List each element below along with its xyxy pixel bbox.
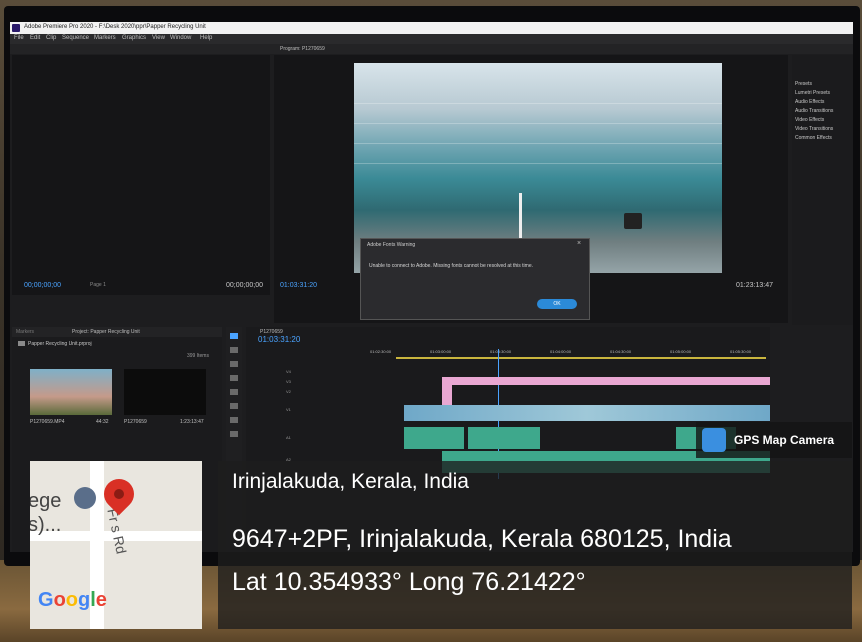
window-title: Adobe Premiere Pro 2020 - F:\Desk 2020\p… bbox=[24, 24, 206, 30]
menu-view[interactable]: View bbox=[152, 35, 165, 41]
ruler-label: 01:03:00:00 bbox=[430, 349, 452, 354]
ok-button[interactable]: OK bbox=[537, 299, 577, 309]
dialog-title: Adobe Fonts Warning bbox=[367, 242, 416, 248]
menu-sequence[interactable]: Sequence bbox=[62, 35, 89, 41]
type-tool-icon[interactable] bbox=[230, 431, 238, 437]
audio-clip-a1[interactable] bbox=[468, 427, 540, 449]
graphics-clip-stub[interactable] bbox=[442, 385, 452, 405]
tab-markers[interactable]: Markers bbox=[16, 329, 34, 335]
fx-audio-transitions[interactable]: Audio Transitions bbox=[795, 108, 833, 114]
clip-duration: 44:32 bbox=[96, 419, 109, 425]
clip-thumbnail[interactable] bbox=[30, 369, 112, 415]
map-place-label: ege s)... bbox=[30, 490, 62, 536]
fx-video-transitions[interactable]: Video Transitions bbox=[795, 126, 833, 132]
menu-bar: File Edit Clip Sequence Markers Graphics… bbox=[10, 34, 853, 44]
razor-tool-icon[interactable] bbox=[230, 375, 238, 381]
fx-lumetri-presets[interactable]: Lumetri Presets bbox=[795, 90, 830, 96]
folder-icon bbox=[18, 341, 25, 346]
track-label-v1[interactable]: V1 bbox=[286, 407, 291, 412]
track-label-a1[interactable]: A1 bbox=[286, 435, 291, 440]
ruler-label: 01:02:30:00 bbox=[370, 349, 392, 354]
menu-markers[interactable]: Markers bbox=[94, 35, 116, 41]
ripple-edit-tool-icon[interactable] bbox=[230, 361, 238, 367]
ruler-label: 01:05:00:00 bbox=[670, 349, 692, 354]
fx-presets[interactable]: Presets bbox=[795, 81, 812, 87]
gps-place: Irinjalakuda, Kerala, India bbox=[232, 470, 469, 493]
pen-tool-icon[interactable] bbox=[230, 403, 238, 409]
item-count: 399 Items bbox=[187, 353, 209, 359]
timeline-timecode[interactable]: 01:03:31:20 bbox=[258, 335, 300, 344]
menu-window[interactable]: Window bbox=[170, 35, 191, 41]
gps-coordinates: Lat 10.354933° Long 76.21422° bbox=[232, 568, 586, 596]
slip-tool-icon[interactable] bbox=[230, 389, 238, 395]
program-duration: 01:23:13:47 bbox=[736, 282, 773, 289]
clip-name: P1270659.MP4 bbox=[30, 419, 65, 425]
ruler-label: 01:03:30:00 bbox=[490, 349, 512, 354]
work-area-bar[interactable] bbox=[396, 357, 766, 359]
premiere-app-icon bbox=[12, 24, 20, 32]
program-timecode[interactable]: 01:03:31:20 bbox=[280, 282, 317, 289]
google-logo: Google bbox=[38, 589, 107, 611]
source-page-indicator[interactable]: Page 1 bbox=[90, 282, 106, 288]
source-monitor bbox=[12, 55, 270, 295]
video-clip-v1[interactable] bbox=[404, 405, 770, 421]
ruler-label: 01:05:30:00 bbox=[730, 349, 752, 354]
sequence-duration: 1:23:13:47 bbox=[180, 419, 204, 425]
tab-project[interactable]: Project: Papper Recycling Unit bbox=[72, 329, 140, 335]
graduation-cap-icon bbox=[74, 487, 96, 509]
fx-common-effects[interactable]: Common Effects bbox=[795, 135, 832, 141]
gps-camera-label: GPS Map Camera bbox=[734, 433, 835, 447]
audio-clip-a1[interactable] bbox=[404, 427, 464, 449]
close-icon[interactable]: × bbox=[577, 240, 581, 247]
pin-center bbox=[114, 489, 124, 499]
gps-address: 9647+2PF, Irinjalakuda, Kerala 680125, I… bbox=[232, 525, 732, 553]
fx-audio-effects[interactable]: Audio Effects bbox=[795, 99, 824, 105]
selection-tool-icon[interactable] bbox=[230, 333, 238, 339]
track-label-v3[interactable]: V3 bbox=[286, 379, 291, 384]
menu-clip[interactable]: Clip bbox=[46, 35, 56, 41]
hand-tool-icon[interactable] bbox=[230, 417, 238, 423]
project-tabs: Markers Project: Papper Recycling Unit bbox=[12, 327, 222, 337]
menu-file[interactable]: File bbox=[14, 35, 24, 41]
gps-camera-badge: GPS Map Camera bbox=[696, 422, 852, 458]
track-select-tool-icon[interactable] bbox=[230, 347, 238, 353]
title-bar: Adobe Premiere Pro 2020 - F:\Desk 2020\p… bbox=[10, 22, 853, 34]
map-camera-icon bbox=[702, 428, 726, 452]
sequence-name: P1270659 bbox=[124, 419, 147, 425]
fonts-warning-dialog: Adobe Fonts Warning × Unable to connect … bbox=[360, 238, 590, 320]
project-file-name: Papper Recycling Unit.prproj bbox=[28, 341, 92, 347]
menu-help[interactable]: Help bbox=[200, 35, 212, 41]
ruler-label: 01:04:00:00 bbox=[550, 349, 572, 354]
tab-program[interactable]: Program: P1270659 bbox=[280, 46, 325, 52]
ruler-label: 01:04:30:00 bbox=[610, 349, 632, 354]
sequence-thumbnail[interactable] bbox=[124, 369, 206, 415]
top-panel-tabs: Program: P1270659 bbox=[10, 44, 853, 54]
menu-graphics[interactable]: Graphics bbox=[122, 35, 146, 41]
source-timecode-in[interactable]: 00;00;00;00 bbox=[24, 282, 61, 289]
dialog-message: Unable to connect to Adobe. Missing font… bbox=[369, 263, 533, 269]
plant-pot bbox=[624, 213, 642, 229]
track-label-v2[interactable]: V2 bbox=[286, 389, 291, 394]
menu-edit[interactable]: Edit bbox=[30, 35, 40, 41]
source-timecode-out: 00;00;00;00 bbox=[226, 282, 263, 289]
location-map: ege s)... Fr s Rd Google bbox=[30, 461, 202, 629]
track-label-v4[interactable]: V4 bbox=[286, 369, 291, 374]
fx-video-effects[interactable]: Video Effects bbox=[795, 117, 824, 123]
effects-panel: Presets Lumetri Presets Audio Effects Au… bbox=[792, 55, 853, 325]
graphics-clip[interactable] bbox=[442, 377, 770, 385]
